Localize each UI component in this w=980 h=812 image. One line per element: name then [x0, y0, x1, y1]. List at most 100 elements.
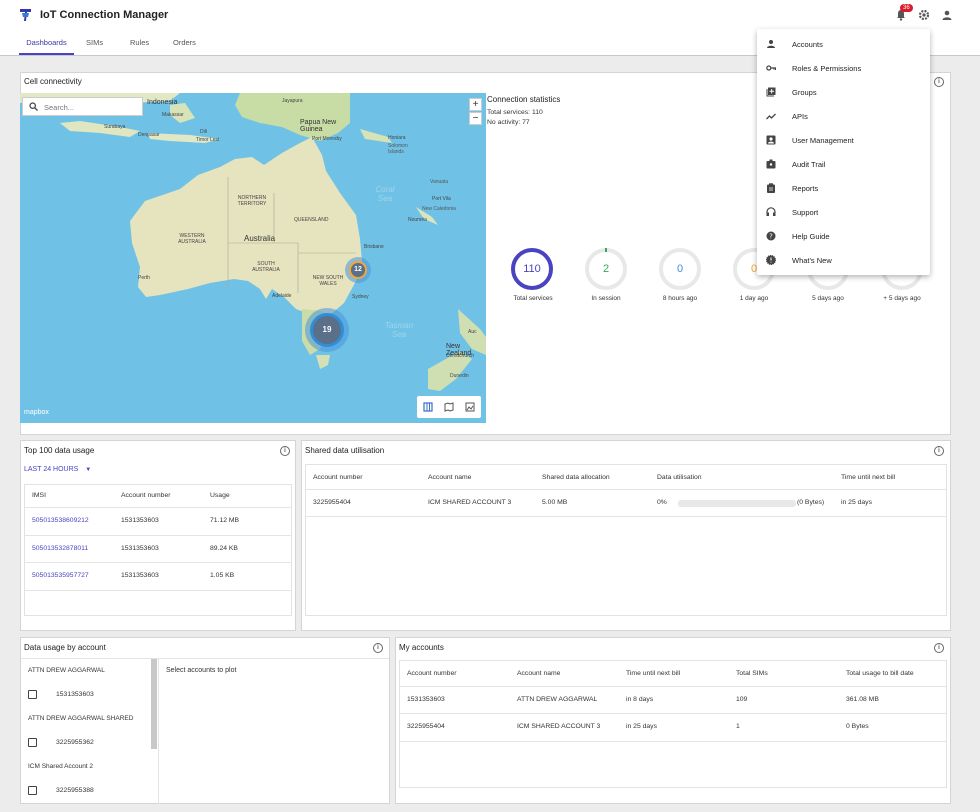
map-style-icon[interactable]	[423, 402, 433, 412]
imsi-link[interactable]: 505013535957727	[32, 572, 89, 579]
map-search-input[interactable]: Search...	[22, 97, 143, 116]
map-cluster[interactable]: 19	[305, 308, 349, 352]
zoom-out-button[interactable]: −	[469, 112, 482, 125]
svg-text:?: ?	[769, 233, 773, 241]
column-header[interactable]: Account number	[407, 670, 457, 677]
menu-item-label: User Management	[792, 136, 854, 145]
column-header[interactable]: Account name	[517, 670, 560, 677]
map-land	[20, 93, 486, 391]
column-header[interactable]: Account number	[313, 474, 363, 481]
utilisation-bar	[678, 500, 796, 507]
menu-item-roles-permissions[interactable]: Roles & Permissions	[757, 57, 930, 81]
map[interactable]: Indonesia Jayapura Makassar Papua New Gu…	[20, 93, 486, 423]
map-label: Surabaya	[104, 124, 126, 130]
time-range-label: LAST 24 HOURS	[24, 466, 79, 473]
new-releases-icon	[766, 255, 776, 265]
map-label: Papua New Guinea	[300, 119, 337, 133]
tab-sims[interactable]: SIMs	[86, 38, 103, 55]
map-label: Tasman Sea	[384, 321, 414, 339]
menu-item-support[interactable]: Support	[757, 201, 930, 225]
map-label: New Caledonia	[422, 206, 456, 212]
tab-rules[interactable]: Rules	[130, 38, 149, 55]
info-icon[interactable]: i	[934, 77, 944, 87]
menu-item-audit-trail[interactable]: Audit Trail	[757, 153, 930, 177]
menu-item-help-guide[interactable]: ? Help Guide	[757, 225, 930, 249]
table-cell: 1531353603	[407, 696, 445, 703]
key-icon	[766, 65, 776, 71]
map-icon[interactable]	[444, 402, 454, 412]
column-header[interactable]: Usage	[210, 492, 230, 499]
menu-item-label: Reports	[792, 184, 819, 193]
satellite-icon[interactable]	[465, 402, 475, 412]
ring-label: 1 day ago	[739, 295, 769, 302]
no-activity-text: No activity: 77	[487, 119, 530, 126]
divider	[306, 516, 946, 517]
divider	[25, 535, 291, 536]
table-cell: 1	[736, 723, 740, 730]
scrollbar[interactable]	[151, 659, 157, 749]
map-label: Denpasar	[138, 132, 160, 138]
column-header[interactable]: Time until next bill	[626, 670, 680, 677]
ring-label: 5 days ago	[812, 295, 844, 302]
map-label: NEW SOUTH WALES	[312, 275, 344, 287]
time-range-dropdown[interactable]: LAST 24 HOURS ▼	[24, 466, 91, 473]
map-label: NORTHERN TERRITORY	[237, 195, 267, 207]
account-checkbox[interactable]	[28, 738, 37, 747]
ring-label: In session	[591, 295, 621, 302]
telstra-logo[interactable]	[19, 8, 32, 22]
menu-item-label: Help Guide	[792, 232, 830, 241]
map-cluster[interactable]: 12	[345, 257, 371, 283]
column-header[interactable]: IMSI	[32, 492, 46, 499]
account-checkbox[interactable]	[28, 690, 37, 699]
cell-connectivity-title: Cell connectivity	[24, 77, 82, 86]
map-label: Perth	[138, 275, 150, 281]
info-icon[interactable]: i	[934, 446, 944, 456]
table-cell: 0 Bytes	[846, 723, 869, 730]
divider	[306, 489, 946, 490]
help-icon: ?	[766, 231, 776, 241]
divider	[25, 590, 291, 591]
map-label: Adelaide	[272, 293, 292, 299]
menu-item-whats-new[interactable]: What's New	[757, 249, 930, 273]
info-icon[interactable]: i	[280, 446, 290, 456]
cluster-count: 12	[349, 261, 367, 279]
column-header[interactable]: Account name	[428, 474, 471, 481]
imsi-link[interactable]: 505013532878011	[32, 545, 88, 552]
mapbox-attribution[interactable]: mapbox	[24, 409, 49, 416]
table-cell: 5.00 MB	[542, 499, 568, 506]
table-cell: ICM SHARED ACCOUNT 3	[428, 499, 512, 506]
column-header[interactable]: Total usage to bill date	[846, 670, 914, 677]
column-header[interactable]: Total SIMs	[736, 670, 768, 677]
tab-dashboards[interactable]: Dashboards	[19, 38, 74, 55]
menu-item-label: Support	[792, 208, 819, 217]
menu-item-reports[interactable]: Reports	[757, 177, 930, 201]
profile-icon[interactable]	[941, 9, 953, 21]
plot-placeholder: Select accounts to plot	[166, 667, 237, 674]
column-header[interactable]: Data utilisation	[657, 474, 702, 481]
menu-item-user-management[interactable]: User Management	[757, 129, 930, 153]
menu-item-groups[interactable]: Groups	[757, 81, 930, 105]
column-header[interactable]: Account number	[121, 492, 171, 499]
divider	[400, 741, 946, 742]
zoom-in-button[interactable]: +	[469, 98, 482, 111]
account-checkbox[interactable]	[28, 786, 37, 795]
table-cell: in 25 days	[841, 499, 872, 506]
divider	[25, 507, 291, 508]
map-label: Nouméa	[408, 217, 427, 223]
imsi-link[interactable]: 505013538609212	[32, 517, 89, 524]
ring-label: 8 hours ago	[662, 295, 698, 302]
map-label: Port Moresby	[312, 136, 342, 142]
map-label: Honiara	[388, 135, 406, 141]
table-cell: ATTN DREW AGGARWAL	[517, 696, 598, 703]
column-header[interactable]: Shared data allocation	[542, 474, 610, 481]
tab-orders[interactable]: Orders	[173, 38, 196, 55]
menu-item-apis[interactable]: APIs	[757, 105, 930, 129]
menu-item-accounts[interactable]: Accounts	[757, 33, 930, 57]
clipboard-icon	[767, 183, 775, 193]
map-label: Indonesia	[147, 99, 178, 106]
info-icon[interactable]: i	[934, 643, 944, 653]
info-icon[interactable]: i	[373, 643, 383, 653]
gear-icon[interactable]	[918, 9, 930, 21]
column-header[interactable]: Time until next bill	[841, 474, 895, 481]
map-label: Solomon Islands	[388, 143, 408, 155]
